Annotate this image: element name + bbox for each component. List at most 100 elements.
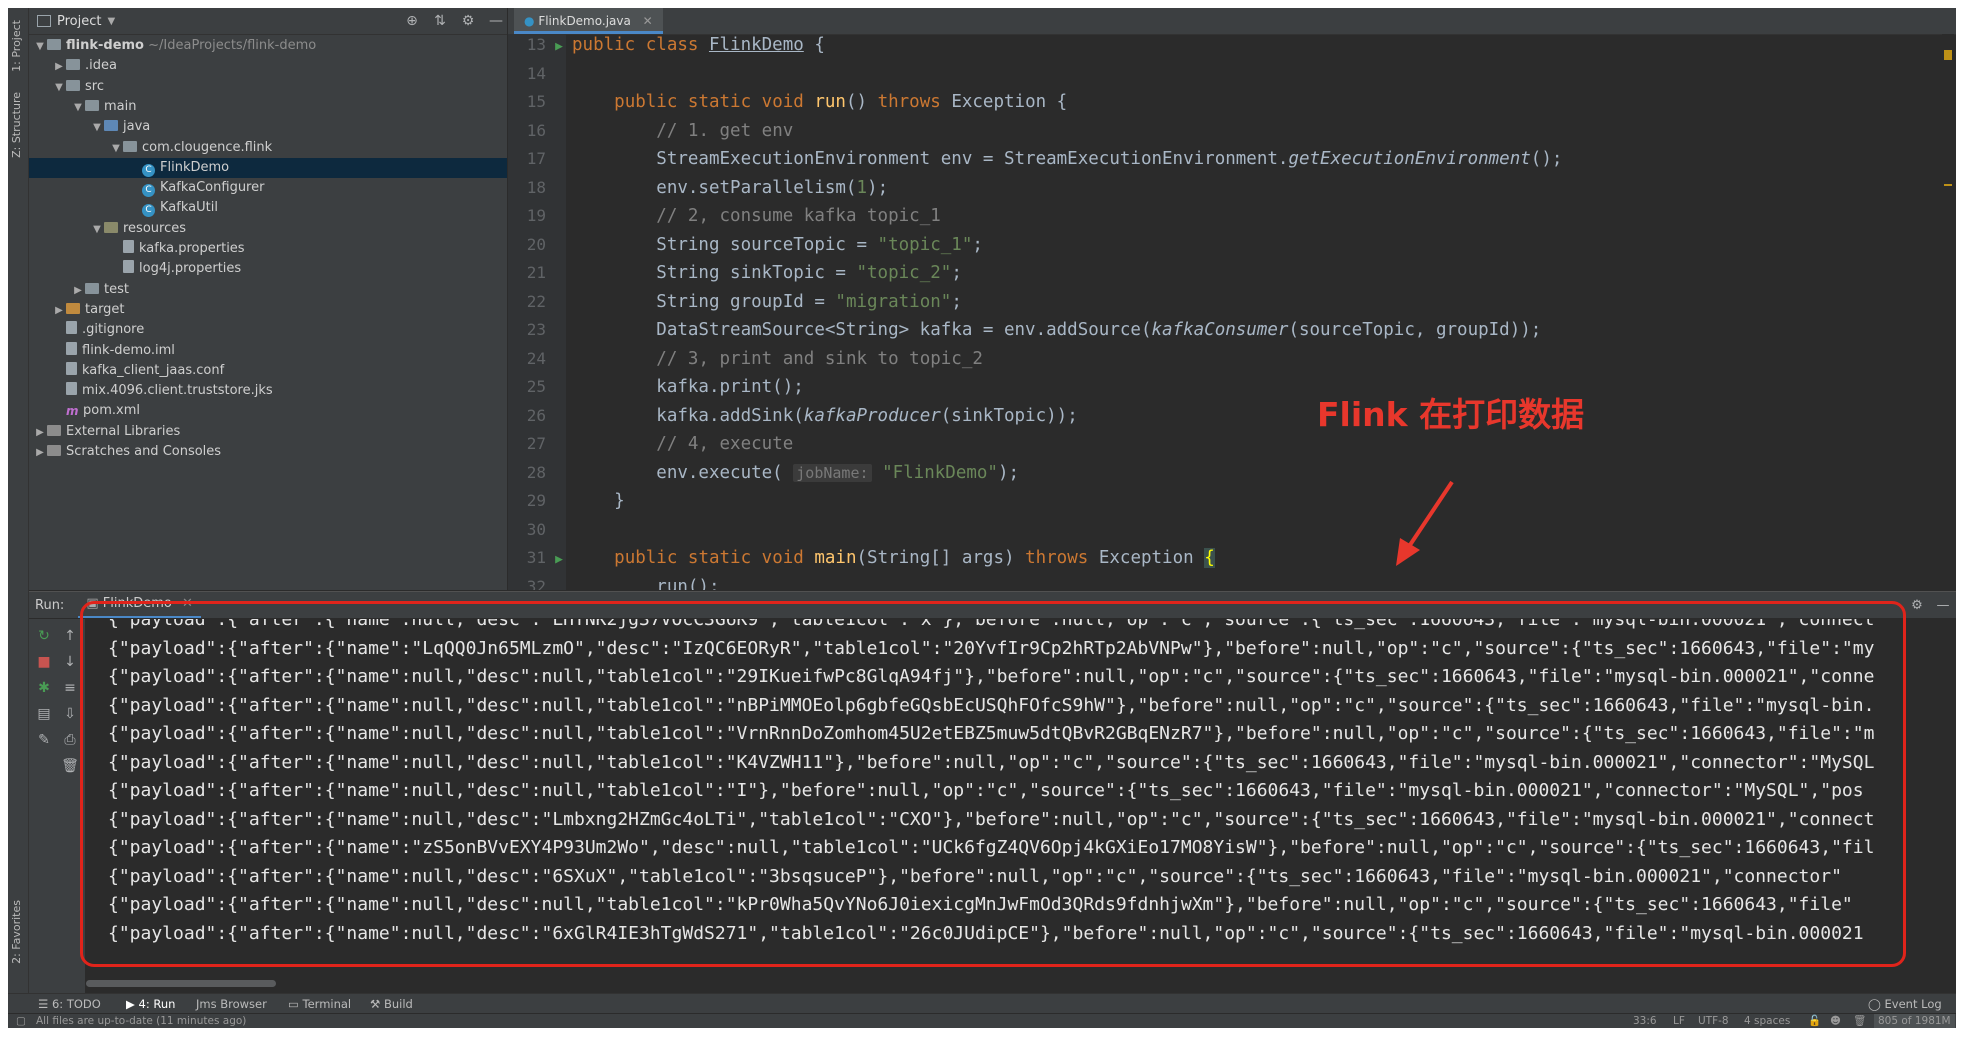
lock-icon[interactable]: 🔓 — [1808, 1014, 1821, 1028]
event-log-button[interactable]: ◯ Event Log — [1868, 994, 1942, 1014]
code-line[interactable]: 24 // 3, print and sink to topic_2 — [508, 345, 1928, 373]
tree-item[interactable]: kafka_client_jaas.conf — [29, 361, 507, 381]
code-line[interactable]: 23 DataStreamSource<String> kafka = env.… — [508, 316, 1928, 344]
up-arrow-icon[interactable]: ↑ — [59, 625, 81, 647]
tab-todo[interactable]: ☰ 6: TODO — [38, 994, 101, 1014]
tree-item[interactable]: log4j.properties — [29, 259, 507, 279]
tree-item[interactable]: ▼ com.clougence.flink — [29, 138, 507, 158]
code-line[interactable]: 20 String sourceTopic = "topic_1"; — [508, 231, 1928, 259]
console-horizontal-scrollbar[interactable] — [86, 980, 276, 987]
code-line[interactable]: 27 // 4, execute — [508, 430, 1928, 458]
tree-item[interactable]: mix.4096.client.truststore.jks — [29, 381, 507, 401]
tree-item[interactable]: ▼ src — [29, 77, 507, 97]
tree-item[interactable]: ▼ resources — [29, 219, 507, 239]
code-line[interactable]: 19 // 2, consume kafka topic_1 — [508, 202, 1928, 230]
editor-scrollbar[interactable] — [1942, 34, 1954, 590]
gear-icon[interactable]: ⚙ — [1904, 598, 1930, 613]
chevron-down-icon[interactable]: ▼ — [109, 139, 123, 159]
tree-item[interactable]: ▶ target — [29, 300, 507, 320]
project-view-selector[interactable]: Project — [57, 14, 101, 29]
locate-icon[interactable]: ⊕ — [401, 13, 423, 29]
chevron-down-icon[interactable]: ▼ — [71, 98, 85, 118]
tree-item[interactable]: ▶ test — [29, 280, 507, 300]
code-line[interactable]: 21 String sinkTopic = "topic_2"; — [508, 259, 1928, 287]
gear-icon[interactable]: ⚙ — [457, 13, 479, 29]
code-line[interactable]: 17 StreamExecutionEnvironment env = Stre… — [508, 145, 1928, 173]
tree-item[interactable]: C KafkaUtil — [29, 198, 507, 218]
tree-item[interactable]: .gitignore — [29, 320, 507, 340]
line-separator[interactable]: LF — [1673, 1014, 1685, 1028]
chevron-down-icon[interactable]: ▼ — [90, 220, 104, 240]
tree-item[interactable]: ▶ .idea — [29, 56, 507, 76]
layout-icon[interactable]: ▤ — [33, 703, 55, 725]
chevron-right-icon[interactable]: ▶ — [52, 301, 66, 321]
chevron-right-icon[interactable]: ▶ — [52, 57, 66, 77]
code-line[interactable]: 28 env.execute( jobName: "FlinkDemo"); — [508, 459, 1928, 487]
console-output[interactable]: {"payload":{"after":{"name":null,"desc":… — [86, 619, 1956, 994]
chevron-down-icon[interactable]: ▼ — [33, 37, 47, 57]
code-line[interactable]: 26 kafka.addSink(kafkaProducer(sinkTopic… — [508, 402, 1928, 430]
close-icon[interactable]: ✕ — [182, 596, 193, 611]
chevron-right-icon[interactable]: ▶ — [71, 281, 85, 301]
indent-setting[interactable]: 4 spaces — [1744, 1014, 1790, 1028]
memory-indicator[interactable]: 805 of 1981M — [1874, 1014, 1955, 1028]
code-line[interactable]: 13 ▶ public class FlinkDemo { — [508, 34, 1928, 59]
favorites-tool-tab[interactable]: 2: Favorites — [10, 900, 26, 964]
chevron-down-icon[interactable]: ▼ — [52, 78, 66, 98]
down-arrow-icon[interactable]: ↓ — [59, 651, 81, 673]
tab-terminal[interactable]: ▭ Terminal — [288, 994, 351, 1014]
code-line[interactable]: 18 env.setParallelism(1); — [508, 174, 1928, 202]
code-line[interactable]: 16 // 1. get env — [508, 117, 1928, 145]
caret-position[interactable]: 33:6 — [1633, 1014, 1657, 1028]
structure-tool-tab[interactable]: Z: Structure — [10, 92, 26, 158]
code-area[interactable]: 13 ▶ public class FlinkDemo {14 15 public s… — [508, 34, 1956, 590]
tab-jms-browser[interactable]: Jms Browser — [196, 994, 267, 1014]
tree-item[interactable]: ▼ main — [29, 97, 507, 117]
trash-icon[interactable]: 🗑 — [59, 755, 81, 777]
pin-icon[interactable]: ✎ — [33, 729, 55, 751]
code-line[interactable]: 14 — [508, 60, 1928, 88]
tree-item[interactable]: C FlinkDemo — [29, 157, 507, 178]
print-icon[interactable]: ⎙ — [59, 729, 81, 751]
status-toggle-icon[interactable]: ▢ — [16, 1014, 26, 1028]
tree-item[interactable]: ▼ flink-demo ~/IdeaProjects/flink-demo — [29, 36, 507, 56]
hide-panel-icon[interactable]: — — [485, 13, 507, 29]
scroll-to-end-icon[interactable]: ⇩ — [59, 703, 81, 725]
code-line[interactable]: 32 run(); — [508, 573, 1928, 591]
stop-icon[interactable]: ■ — [33, 651, 55, 673]
run-gutter-icon[interactable]: ▶ — [546, 34, 572, 61]
tree-item[interactable]: C KafkaConfigurer — [29, 178, 507, 198]
soft-wrap-icon[interactable]: ≡ — [59, 677, 81, 699]
chevron-down-icon[interactable]: ▼ — [90, 118, 104, 138]
status-message[interactable]: All files are up-to-date (11 minutes ago… — [36, 1014, 246, 1028]
code-line[interactable]: 22 String groupId = "migration"; — [508, 288, 1928, 316]
tree-item[interactable]: ▶ Scratches and Consoles — [29, 442, 507, 462]
inspector-icon[interactable]: ☻ — [1830, 1014, 1841, 1028]
code-line[interactable]: 31 ▶ public static void main(String[] arg… — [508, 544, 1928, 572]
code-line[interactable]: 25 kafka.print(); — [508, 373, 1928, 401]
code-line[interactable]: 29 } — [508, 487, 1928, 515]
tab-run[interactable]: ▶ 4: Run — [126, 994, 175, 1014]
debug-icon[interactable]: ✱ — [33, 677, 55, 699]
project-tool-tab[interactable]: 1: Project — [10, 20, 26, 72]
tab-flinkdemo-java[interactable]: ● FlinkDemo.java ✕ — [514, 8, 663, 34]
run-tab-flinkdemo[interactable]: ▣ FlinkDemo ✕ — [78, 592, 201, 618]
tree-item[interactable]: ▶ External Libraries — [29, 422, 507, 442]
chevron-right-icon[interactable]: ▶ — [33, 443, 47, 463]
chevron-right-icon[interactable]: ▶ — [33, 423, 47, 443]
tree-item[interactable]: kafka.properties — [29, 239, 507, 259]
tree-item[interactable]: m pom.xml — [29, 401, 507, 421]
tree-item[interactable]: flink-demo.iml — [29, 341, 507, 361]
rerun-icon[interactable]: ↻ — [33, 625, 55, 647]
close-icon[interactable]: ✕ — [643, 14, 653, 28]
code-line[interactable]: 15 public static void run() throws Excep… — [508, 88, 1928, 116]
chevron-down-icon[interactable]: ▼ — [107, 16, 115, 27]
file-encoding[interactable]: UTF-8 — [1698, 1014, 1729, 1028]
tree-item[interactable]: ▼ java — [29, 117, 507, 137]
hide-panel-icon[interactable]: — — [1930, 598, 1956, 613]
code-line[interactable]: 30 — [508, 516, 1928, 544]
tab-build[interactable]: ⚒ Build — [370, 994, 413, 1014]
collapse-all-icon[interactable]: ⇅ — [429, 13, 451, 29]
trash-icon[interactable]: 🗑 — [1853, 1014, 1866, 1028]
run-gutter-icon[interactable]: ▶ — [546, 546, 572, 574]
